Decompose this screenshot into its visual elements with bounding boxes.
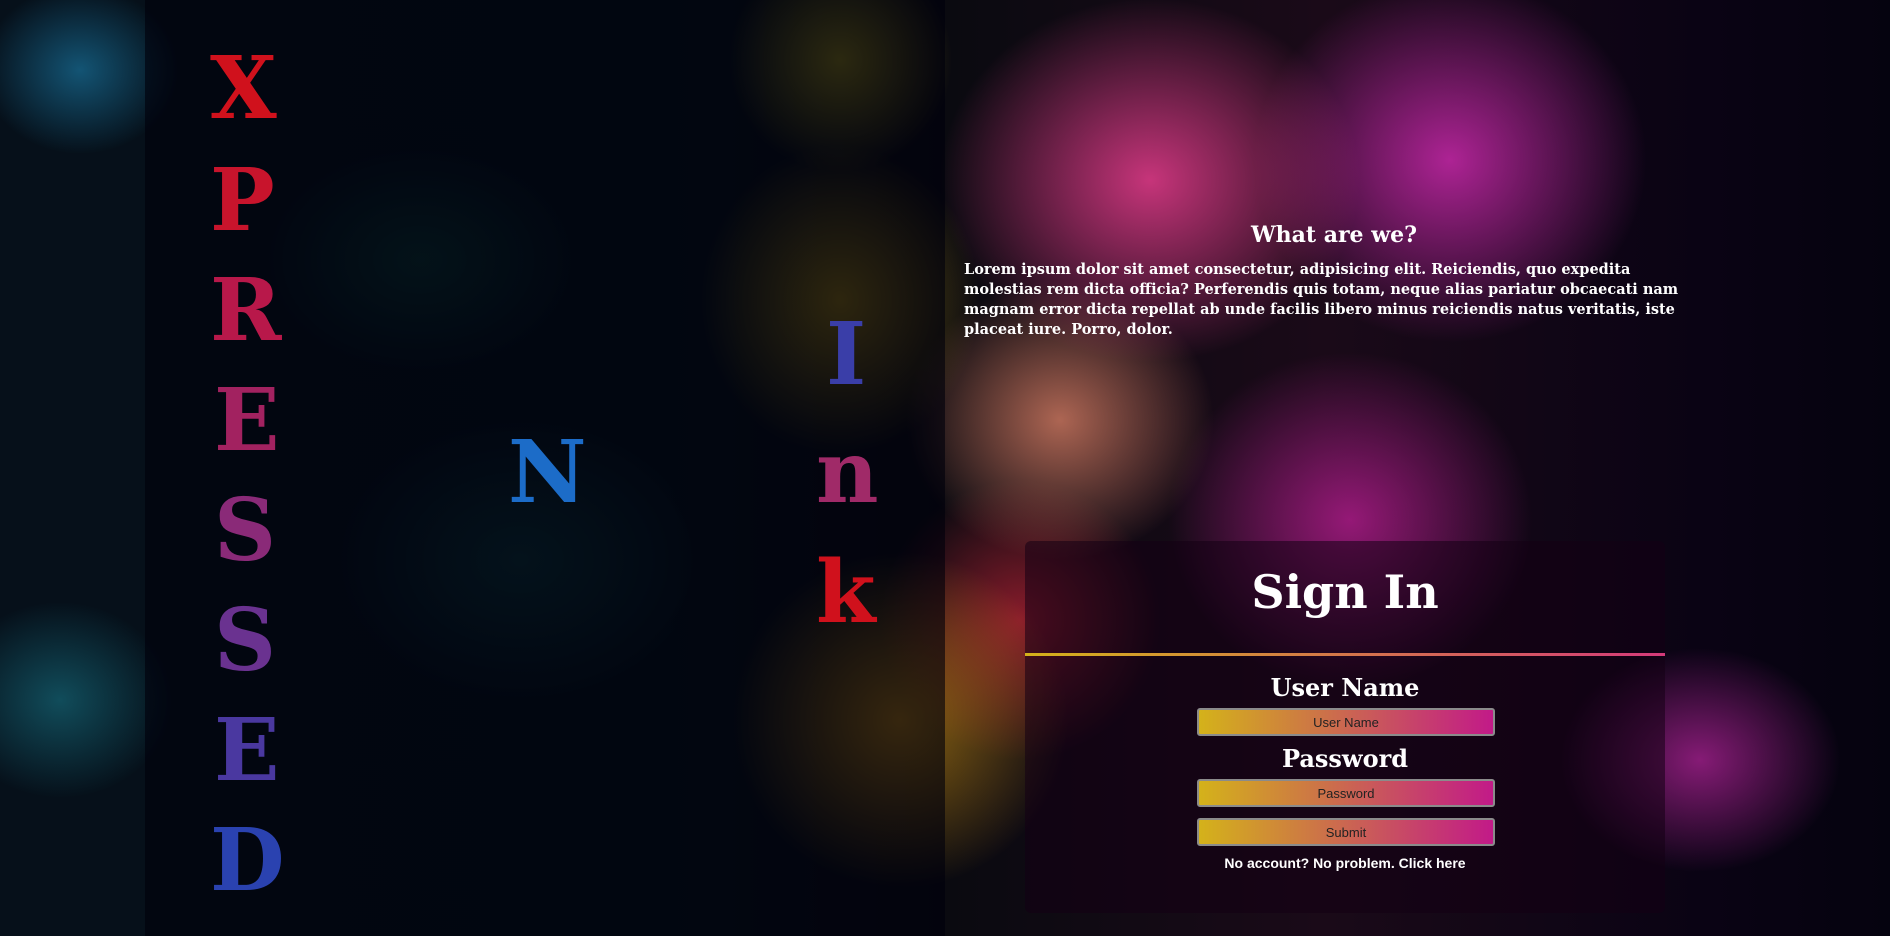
submit-button[interactable]: Submit bbox=[1197, 818, 1495, 846]
signin-title: Sign In bbox=[1251, 565, 1439, 619]
brand-letter-e: E bbox=[214, 700, 280, 801]
brand-letter-n: N bbox=[508, 422, 587, 523]
brand-letter-x: X bbox=[210, 38, 277, 139]
password-input[interactable] bbox=[1197, 779, 1495, 807]
brand-letter-e: E bbox=[214, 370, 280, 471]
about-title: What are we? bbox=[1250, 222, 1418, 248]
register-link[interactable]: Click here bbox=[1399, 855, 1466, 871]
about-text: Lorem ipsum dolor sit amet consectetur, … bbox=[964, 261, 1679, 338]
brand-letter-s: S bbox=[214, 480, 277, 581]
signin-form: Sign In User Name Password Submit No acc… bbox=[1025, 541, 1665, 913]
password-label: Password bbox=[1281, 744, 1409, 773]
username-input[interactable] bbox=[1197, 708, 1495, 736]
about-section: What are we? Lorem ipsum dolor sit amet … bbox=[964, 222, 1704, 340]
brand-letter-p: P bbox=[210, 150, 275, 251]
brand-letter-n: n bbox=[816, 422, 879, 523]
brand-letter-s: S bbox=[214, 590, 277, 691]
brand-letter-k: k bbox=[816, 542, 876, 643]
register-prompt: No account? No problem. Click here bbox=[1025, 855, 1665, 871]
signin-divider bbox=[1025, 653, 1665, 656]
brand-letter-r: R bbox=[210, 260, 282, 361]
username-label: User Name bbox=[1270, 673, 1420, 702]
brand-letter-d: D bbox=[210, 810, 285, 911]
register-prefix: No account? No problem. bbox=[1224, 855, 1399, 871]
brand-letter-i: I bbox=[826, 304, 867, 405]
